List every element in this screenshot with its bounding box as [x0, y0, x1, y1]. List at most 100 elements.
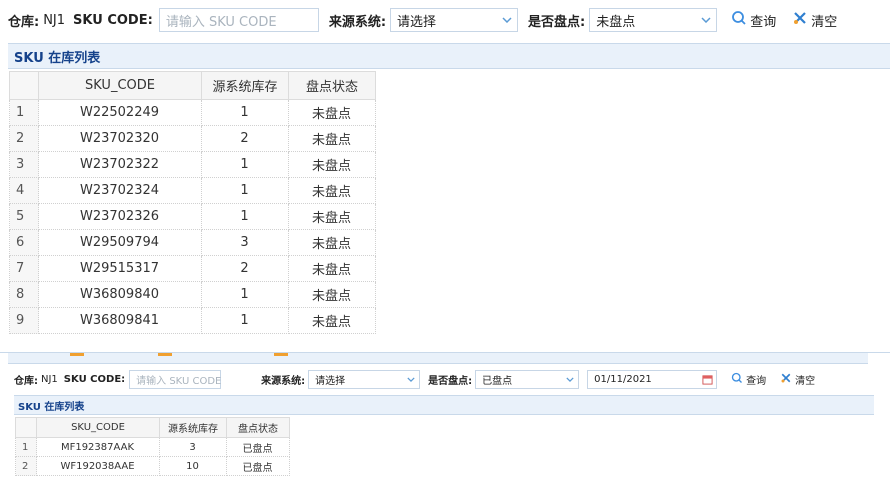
- row-number: 6: [9, 229, 39, 256]
- column-header-sku-code[interactable]: SKU_CODE: [38, 71, 202, 100]
- source-stock-cell: 3: [159, 437, 227, 457]
- search-button[interactable]: 查询: [731, 10, 776, 30]
- counted-select[interactable]: 已盘点: [475, 369, 580, 389]
- counted-label: 是否盘点:: [428, 375, 473, 387]
- count-status-cell: 未盘点: [288, 203, 376, 230]
- warehouse-label: 仓库:: [14, 375, 38, 387]
- sku-code-placeholder: 请输入 SKU CODE: [165, 14, 277, 30]
- chevron-down-icon[interactable]: [562, 371, 578, 388]
- source-stock-cell: 10: [159, 456, 227, 476]
- count-status-cell: 已盘点: [226, 437, 290, 457]
- tab-indicator[interactable]: [274, 353, 288, 356]
- chevron-down-icon[interactable]: [696, 9, 716, 31]
- tab-indicator[interactable]: [70, 353, 84, 356]
- table-row[interactable]: 4 W23702324 1 未盘点: [9, 177, 376, 204]
- source-system-label: 来源系统:: [328, 14, 387, 30]
- column-header-sku-code[interactable]: SKU_CODE: [36, 417, 160, 438]
- source-stock-cell: 2: [201, 125, 289, 152]
- search-button-label: 查询: [746, 375, 767, 387]
- source-stock-cell: 1: [201, 281, 289, 308]
- table-row[interactable]: 2 W23702320 2 未盘点: [9, 125, 376, 152]
- top-toolbar: 仓库: NJ1 SKU CODE: 请输入 SKU CODE 来源系统: 请选择…: [8, 8, 837, 32]
- column-header-count-status[interactable]: 盘点状态: [226, 417, 290, 438]
- sku-code-cell: W29509794: [38, 229, 202, 256]
- sku-list-section-header: SKU 在库列表: [8, 43, 890, 69]
- counted-label: 是否盘点:: [528, 14, 586, 30]
- search-icon: [731, 10, 747, 30]
- counted-value: 已盘点: [482, 375, 513, 387]
- counted-value: 未盘点: [596, 14, 636, 30]
- row-number: 2: [9, 125, 39, 152]
- date-field[interactable]: 01/11/2021: [587, 369, 718, 389]
- tab-indicator[interactable]: [158, 353, 172, 356]
- source-stock-cell: 1: [201, 151, 289, 178]
- sku-code-cell: W23702326: [38, 203, 202, 230]
- sku-code-label: SKU CODE:: [63, 373, 126, 385]
- sku-code-input[interactable]: 请输入 SKU CODE: [158, 8, 319, 32]
- sku-list-section-header: SKU 在库列表: [14, 395, 874, 415]
- sku-code-cell: W36809841: [38, 307, 202, 334]
- source-system-value: 请选择: [315, 375, 346, 387]
- column-header-count-status[interactable]: 盘点状态: [288, 71, 376, 100]
- bottom-panel: 仓库: NJ1 SKU CODE: 请输入 SKU CODE 来源系统: 请选择…: [0, 352, 890, 493]
- counted-select[interactable]: 未盘点: [589, 8, 718, 32]
- warehouse-value: NJ1: [43, 12, 66, 28]
- source-stock-cell: 1: [201, 203, 289, 230]
- search-button[interactable]: 查询: [731, 372, 766, 387]
- count-status-cell: 未盘点: [288, 151, 376, 178]
- clear-button[interactable]: 清空: [792, 10, 837, 30]
- chevron-down-icon[interactable]: [497, 9, 517, 31]
- warehouse-label: 仓库:: [8, 14, 40, 30]
- row-number: 1: [15, 437, 37, 457]
- sku-code-label: SKU CODE:: [73, 12, 153, 28]
- chevron-down-icon[interactable]: [403, 371, 419, 388]
- sku-code-cell: W23702324: [38, 177, 202, 204]
- search-button-label: 查询: [750, 14, 777, 30]
- row-number: 3: [9, 151, 39, 178]
- sku-code-cell: MF192387AAK: [36, 437, 160, 457]
- source-stock-cell: 1: [201, 307, 289, 334]
- sku-code-cell: WF192038AAE: [36, 456, 160, 476]
- sku-code-placeholder: 请输入 SKU CODE: [136, 375, 222, 387]
- tab-strip: [8, 353, 868, 364]
- sku-code-cell: W23702320: [38, 125, 202, 152]
- source-stock-cell: 3: [201, 229, 289, 256]
- clear-button[interactable]: 清空: [780, 372, 815, 387]
- warehouse-value: NJ1: [41, 373, 58, 385]
- sku-code-input[interactable]: 请输入 SKU CODE: [129, 369, 222, 389]
- row-number: 5: [9, 203, 39, 230]
- table-row[interactable]: 7 W29515317 2 未盘点: [9, 255, 376, 282]
- count-status-cell: 未盘点: [288, 177, 376, 204]
- clear-button-label: 清空: [795, 375, 816, 387]
- source-stock-cell: 1: [201, 177, 289, 204]
- table-row[interactable]: 2 WF192038AAE 10 已盘点: [15, 456, 290, 476]
- clear-button-label: 清空: [811, 14, 838, 30]
- count-status-cell: 已盘点: [226, 456, 290, 476]
- sku-code-cell: W29515317: [38, 255, 202, 282]
- table-row[interactable]: 5 W23702326 1 未盘点: [9, 203, 376, 230]
- top-panel: 仓库: NJ1 SKU CODE: 请输入 SKU CODE 来源系统: 请选择…: [0, 0, 890, 345]
- sku-list-title: SKU 在库列表: [14, 50, 101, 66]
- column-header-source-stock[interactable]: 源系统库存: [201, 71, 289, 100]
- table-row[interactable]: 8 W36809840 1 未盘点: [9, 281, 376, 308]
- sku-list-title: SKU 在库列表: [18, 401, 85, 413]
- sku-code-cell: W23702322: [38, 151, 202, 178]
- row-number: 1: [9, 99, 39, 126]
- table-row[interactable]: 3 W23702322 1 未盘点: [9, 151, 376, 178]
- table-row[interactable]: 9 W36809841 1 未盘点: [9, 307, 376, 334]
- sku-code-cell: W36809840: [38, 281, 202, 308]
- row-number: 9: [9, 307, 39, 334]
- sku-code-cell: W22502249: [38, 99, 202, 126]
- date-value: 01/11/2021: [594, 373, 652, 385]
- column-header-source-stock[interactable]: 源系统库存: [159, 417, 227, 438]
- clear-icon: [780, 372, 792, 387]
- source-system-select[interactable]: 请选择: [390, 8, 519, 32]
- search-icon: [731, 372, 743, 387]
- calendar-icon[interactable]: [698, 371, 716, 388]
- source-stock-cell: 1: [201, 99, 289, 126]
- table-row[interactable]: 1 MF192387AAK 3 已盘点: [15, 437, 290, 457]
- source-system-select[interactable]: 请选择: [308, 369, 421, 389]
- table-row[interactable]: 1 W22502249 1 未盘点: [9, 99, 376, 126]
- count-status-cell: 未盘点: [288, 229, 376, 256]
- table-row[interactable]: 6 W29509794 3 未盘点: [9, 229, 376, 256]
